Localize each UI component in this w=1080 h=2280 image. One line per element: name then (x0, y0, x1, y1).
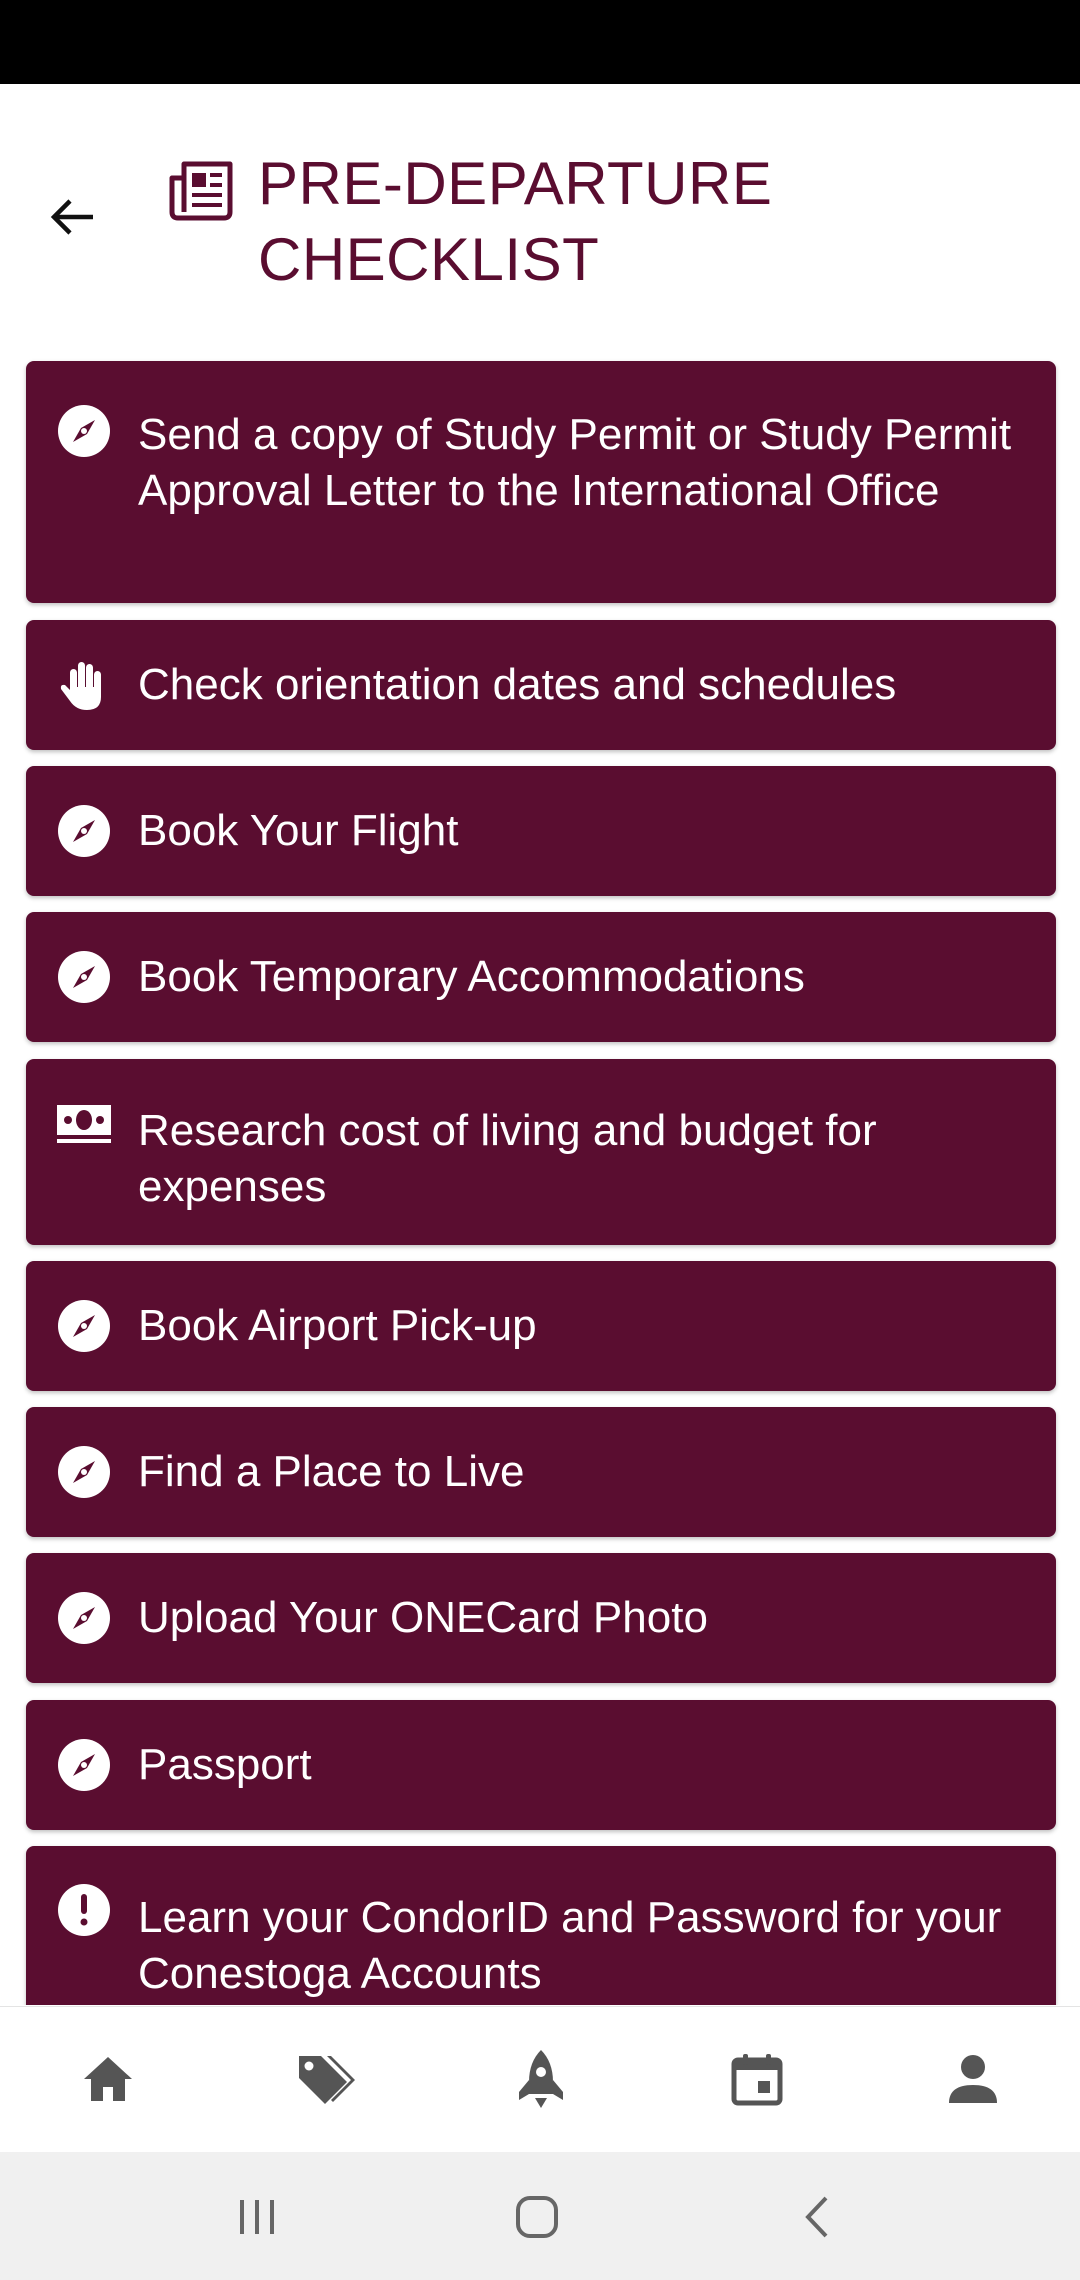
hand-icon (60, 662, 101, 710)
checklist-item-airport-pickup[interactable]: Book Airport Pick-up (26, 1261, 1056, 1391)
home-circle-icon (516, 2196, 558, 2238)
nav-rocket-button[interactable] (505, 2043, 577, 2115)
compass-icon (58, 1300, 110, 1352)
tags-icon (299, 2056, 355, 2104)
home-icon (84, 2057, 132, 2101)
nav-calendar-button[interactable] (721, 2043, 793, 2115)
checklist-item-label: Learn your CondorID and Password for you… (138, 1893, 1002, 1998)
checklist-item-study-permit[interactable]: Send a copy of Study Permit or Study Per… (26, 361, 1056, 603)
system-home-button[interactable] (502, 2182, 572, 2252)
compass-icon (58, 805, 110, 857)
person-icon (949, 2055, 997, 2103)
back-button[interactable] (40, 184, 106, 250)
checklist-item-label: Find a Place to Live (138, 1447, 525, 1496)
checklist-item-label: Passport (138, 1740, 312, 1789)
page-title: PRE-DEPARTURE CHECKLIST (258, 150, 773, 293)
recent-apps-icon (240, 2200, 274, 2234)
exclamation-circle-icon (58, 1884, 110, 1936)
system-back-button[interactable] (784, 2182, 854, 2252)
checklist-item-flight[interactable]: Book Your Flight (26, 766, 1056, 896)
checklist-item-place-to-live[interactable]: Find a Place to Live (26, 1407, 1056, 1537)
rocket-icon (519, 2050, 563, 2108)
checklist-item-condorid[interactable]: Learn your CondorID and Password for you… (26, 1846, 1056, 2005)
checklist-item-label: Book Temporary Accommodations (138, 952, 805, 1001)
checklist-item-orientation[interactable]: Check orientation dates and schedules (26, 620, 1056, 750)
checklist-item-cost-of-living[interactable]: Research cost of living and budget for e… (26, 1059, 1056, 1245)
checklist-item-onecard-photo[interactable]: Upload Your ONECard Photo (26, 1553, 1056, 1683)
recent-apps-button[interactable] (222, 2182, 292, 2252)
nav-home-button[interactable] (72, 2043, 144, 2115)
checklist-item-label: Check orientation dates and schedules (138, 660, 897, 709)
newspaper-icon (169, 161, 233, 221)
checklist-item-label: Send a copy of Study Permit or Study Per… (138, 410, 1012, 515)
app-header: PRE-DEPARTURE CHECKLIST (0, 84, 1080, 354)
bottom-navigation (0, 2006, 1080, 2153)
back-chevron-icon (805, 2196, 828, 2238)
calendar-icon (731, 2054, 783, 2106)
checklist-item-label: Book Airport Pick-up (138, 1301, 537, 1350)
compass-icon (58, 1592, 110, 1644)
checklist-item-passport[interactable]: Passport (26, 1700, 1056, 1830)
nav-tags-button[interactable] (288, 2043, 360, 2115)
system-navigation-bar (0, 2152, 1080, 2280)
compass-icon (58, 1446, 110, 1498)
compass-icon (58, 1739, 110, 1791)
checklist-item-temporary-accommodations[interactable]: Book Temporary Accommodations (26, 912, 1056, 1042)
compass-icon (58, 951, 110, 1003)
checklist-item-label: Upload Your ONECard Photo (138, 1593, 708, 1642)
compass-icon (58, 405, 110, 457)
checklist-item-label: Book Your Flight (138, 806, 459, 855)
arrow-left-icon (50, 199, 93, 235)
checklist-item-label: Research cost of living and budget for e… (138, 1106, 877, 1211)
nav-profile-button[interactable] (937, 2043, 1009, 2115)
money-bill-icon (57, 1105, 111, 1143)
